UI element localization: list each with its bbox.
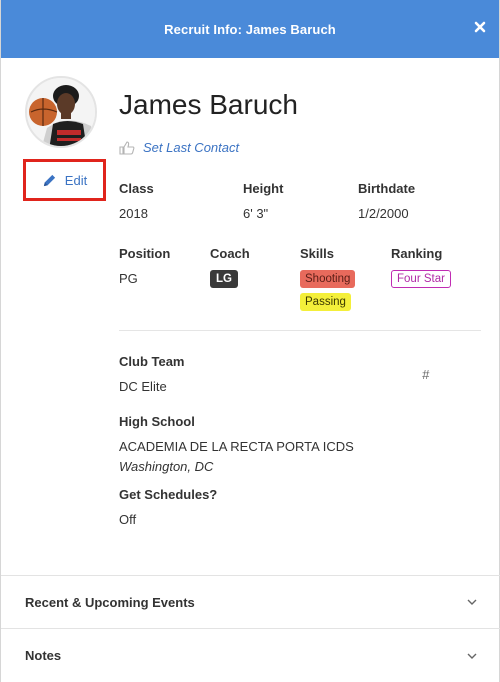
position-value: PG bbox=[119, 271, 138, 286]
birthdate-value: 1/2/2000 bbox=[358, 206, 409, 221]
notes-label: Notes bbox=[25, 648, 62, 663]
ranking-badge: Four Star bbox=[391, 270, 451, 288]
position-label: Position bbox=[119, 246, 171, 261]
chevron-down-icon bbox=[467, 653, 477, 659]
thumbs-up-icon bbox=[119, 140, 135, 155]
skill-badge-shooting: Shooting bbox=[300, 270, 356, 288]
close-icon bbox=[474, 21, 486, 33]
avatar bbox=[25, 76, 97, 148]
player-photo bbox=[27, 78, 95, 146]
chevron-down-icon bbox=[467, 599, 477, 605]
height-label: Height bbox=[243, 181, 284, 196]
coach-label: Coach bbox=[210, 246, 250, 261]
recent-upcoming-events-label: Recent & Upcoming Events bbox=[25, 594, 195, 610]
get-schedules-value: Off bbox=[119, 512, 137, 527]
get-schedules-label: Get Schedules? bbox=[119, 487, 218, 502]
skill-badge-passing: Passing bbox=[300, 293, 351, 311]
edit-label: Edit bbox=[64, 172, 88, 188]
recruit-name: James Baruch bbox=[119, 89, 298, 120]
ranking-label: Ranking bbox=[391, 246, 443, 261]
modal-header: Recruit Info: James Baruch bbox=[1, 0, 499, 58]
section-divider bbox=[119, 330, 481, 331]
recent-upcoming-events-section[interactable]: Recent & Upcoming Events bbox=[1, 575, 500, 628]
close-button[interactable] bbox=[473, 20, 487, 34]
set-last-contact-label: Set Last Contact bbox=[143, 140, 240, 155]
birthdate-label: Birthdate bbox=[358, 181, 416, 196]
skills-label: Skills bbox=[300, 246, 334, 261]
high-school-name: ACADEMIA DE LA RECTA PORTA ICDS bbox=[119, 439, 354, 454]
class-value: 2018 bbox=[119, 206, 148, 221]
pencil-icon bbox=[43, 174, 55, 186]
modal-title: Recruit Info: James Baruch bbox=[164, 21, 336, 37]
height-value: 6' 3" bbox=[243, 206, 269, 221]
club-number: # bbox=[422, 367, 430, 382]
club-team-value: DC Elite bbox=[119, 379, 167, 394]
club-team-label: Club Team bbox=[119, 354, 185, 369]
high-school-location: Washington, DC bbox=[119, 459, 214, 474]
coach-badge: LG bbox=[210, 270, 238, 288]
recruit-info-modal: Recruit Info: James Baruch Edit James Ba… bbox=[0, 0, 500, 682]
edit-button[interactable]: Edit bbox=[23, 159, 106, 201]
set-last-contact-link[interactable]: Set Last Contact bbox=[119, 140, 239, 155]
class-label: Class bbox=[119, 181, 154, 196]
notes-section[interactable]: Notes bbox=[1, 628, 500, 682]
high-school-label: High School bbox=[119, 414, 195, 429]
